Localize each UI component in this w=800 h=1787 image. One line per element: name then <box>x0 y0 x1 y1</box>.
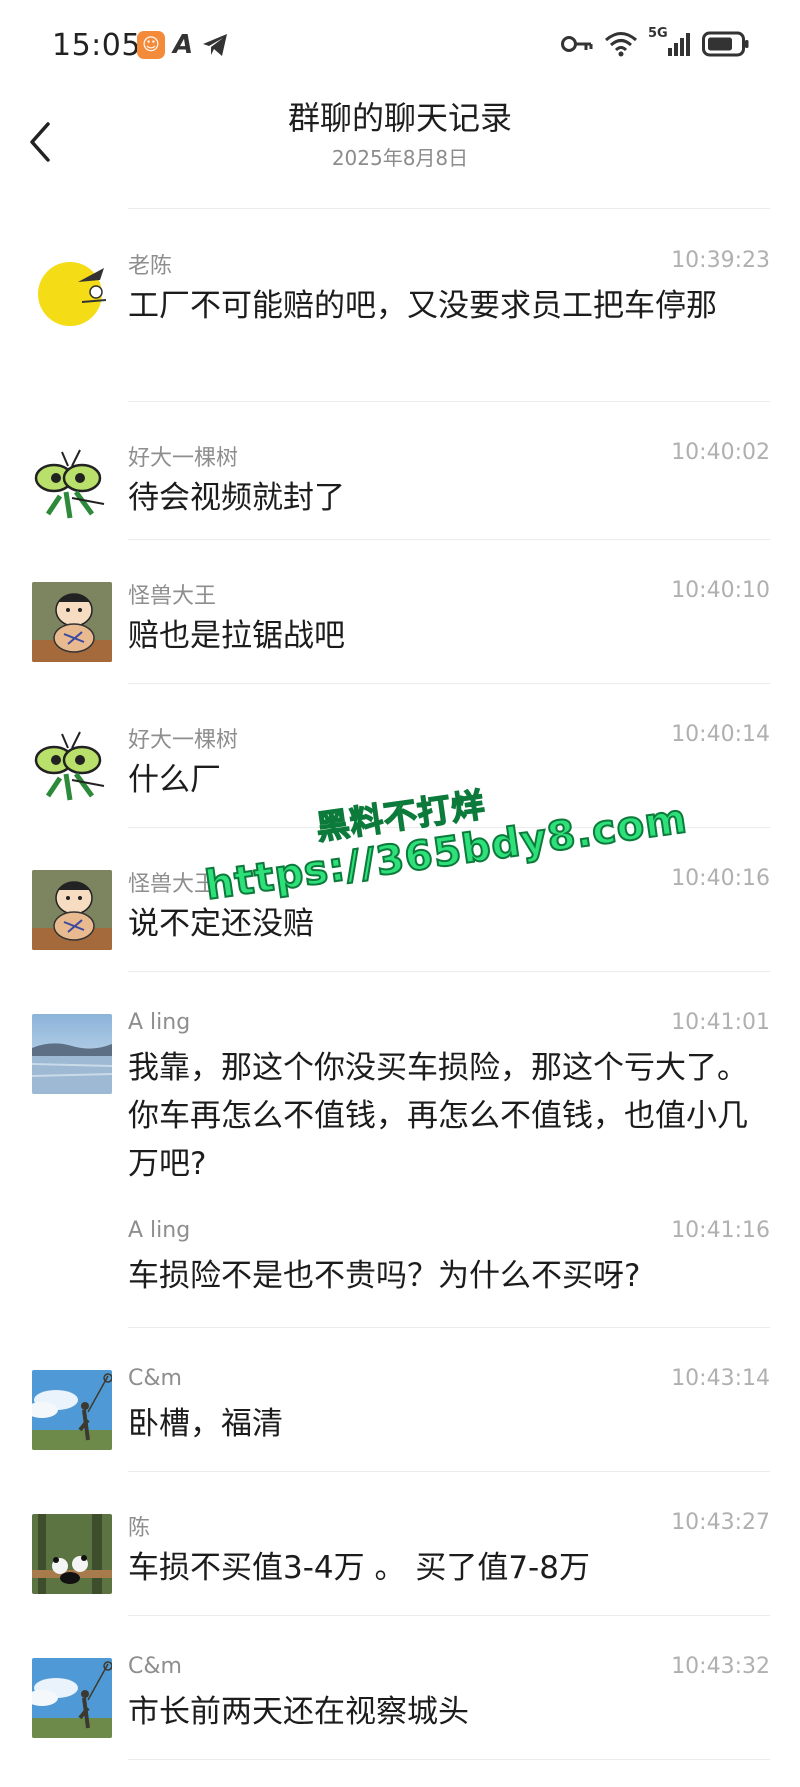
message-text: 说不定还没赔 <box>128 906 314 942</box>
message-time: 10:40:16 <box>671 866 770 891</box>
message-item[interactable]: 陈 10:43:27 车损不买值3-4万 。 买了值7-8万 <box>0 1472 800 1616</box>
sky-fishing-avatar[interactable] <box>32 1658 112 1738</box>
mantis-avatar[interactable] <box>32 444 112 524</box>
message-item[interactable]: C&m 10:43:32 市长前两天还在视察城头 <box>0 1616 800 1760</box>
message-list[interactable]: 老陈 10:39:23 工厂不可能赔的吧，又没要求员工把车停那 好大一棵树 10… <box>0 210 800 1760</box>
status-app-icons: ☺ A <box>137 30 229 60</box>
status-system-icons: 5G <box>560 26 750 58</box>
sender-name: 老陈 <box>128 254 173 279</box>
message-time: 10:40:14 <box>671 722 770 747</box>
sender-name: A ling <box>128 1010 191 1035</box>
status-bar: 15:05 ☺ A 5G <box>0 0 800 90</box>
chat-header: 群聊的聊天记录 2025年8月8日 <box>0 90 800 210</box>
message-item[interactable]: 老陈 10:39:23 工厂不可能赔的吧，又没要求员工把车停那 <box>0 210 800 402</box>
message-text: 赔也是拉锯战吧 <box>128 618 345 654</box>
page-subtitle: 2025年8月8日 <box>331 146 469 170</box>
app-badge-icon: ☺ <box>137 31 165 59</box>
message-text: 工厂不可能赔的吧，又没要求员工把车停那 <box>128 288 717 324</box>
message-time: 10:39:23 <box>671 248 770 273</box>
battery-icon <box>702 31 749 57</box>
message-time: 10:40:10 <box>671 578 770 603</box>
message-text: 市长前两天还在视察城头 <box>128 1694 469 1730</box>
message-text: 车损险不是也不贵吗？为什么不买呀? <box>128 1258 641 1294</box>
message-text: 我靠，那这个你没买车损险，那这个亏大了。你车再怎么不值钱，再怎么不值钱，也值小几… <box>128 1050 748 1182</box>
message-time: 10:41:16 <box>671 1218 770 1243</box>
message-text: 车损不买值3-4万 。 买了值7-8万 <box>128 1550 590 1586</box>
message-time: 10:41:01 <box>671 1010 770 1035</box>
sky-fishing-avatar[interactable] <box>32 1370 112 1450</box>
telegram-icon <box>203 34 228 56</box>
moon-avatar[interactable] <box>32 252 112 332</box>
sender-name: 好大一棵树 <box>128 728 239 753</box>
message-item[interactable]: A ling 10:41:16 车损险不是也不贵吗？为什么不买呀? <box>0 1208 800 1328</box>
sender-name: C&m <box>128 1366 182 1391</box>
wifi-icon <box>605 32 637 57</box>
message-time: 10:43:32 <box>671 1654 770 1679</box>
sender-name: C&m <box>128 1654 182 1679</box>
message-item[interactable]: 好大一棵树 10:40:02 待会视频就封了 <box>0 402 800 540</box>
message-text: 待会视频就封了 <box>128 480 345 516</box>
divider <box>128 1759 770 1760</box>
status-time: 15:05 <box>52 28 141 63</box>
message-item[interactable]: A ling 10:41:01 我靠，那这个你没买车损险，那这个亏大了。你车再怎… <box>0 972 800 1208</box>
cartoon-boy-avatar[interactable] <box>32 582 112 662</box>
signal-icon: 5G <box>648 26 692 58</box>
divider <box>128 208 770 209</box>
sender-name: 好大一棵树 <box>128 446 239 471</box>
message-item[interactable]: 怪兽大王 10:40:16 说不定还没赔 <box>0 828 800 972</box>
message-time: 10:43:14 <box>671 1366 770 1391</box>
sender-name: 怪兽大王 <box>128 872 217 897</box>
message-item[interactable]: C&m 10:43:14 卧槽，福清 <box>0 1328 800 1472</box>
sender-name: 陈 <box>128 1516 151 1541</box>
message-item[interactable]: 怪兽大王 10:40:10 赔也是拉锯战吧 <box>0 540 800 684</box>
sender-name: 怪兽大王 <box>128 584 217 609</box>
message-item[interactable]: 好大一棵树 10:40:14 什么厂 <box>0 684 800 828</box>
cartoon-boy-avatar[interactable] <box>32 870 112 950</box>
message-text: 什么厂 <box>128 762 221 798</box>
message-time: 10:43:27 <box>671 1510 770 1535</box>
page-title: 群聊的聊天记录 <box>287 99 512 137</box>
pandas-avatar[interactable] <box>32 1514 112 1594</box>
key-icon <box>561 36 593 52</box>
sender-name: A ling <box>128 1218 191 1243</box>
lake-avatar[interactable] <box>32 1014 112 1094</box>
mantis-avatar[interactable] <box>32 726 112 806</box>
message-text: 卧槽，福清 <box>128 1406 283 1442</box>
font-a-icon: A <box>173 30 194 60</box>
message-time: 10:40:02 <box>671 440 770 465</box>
